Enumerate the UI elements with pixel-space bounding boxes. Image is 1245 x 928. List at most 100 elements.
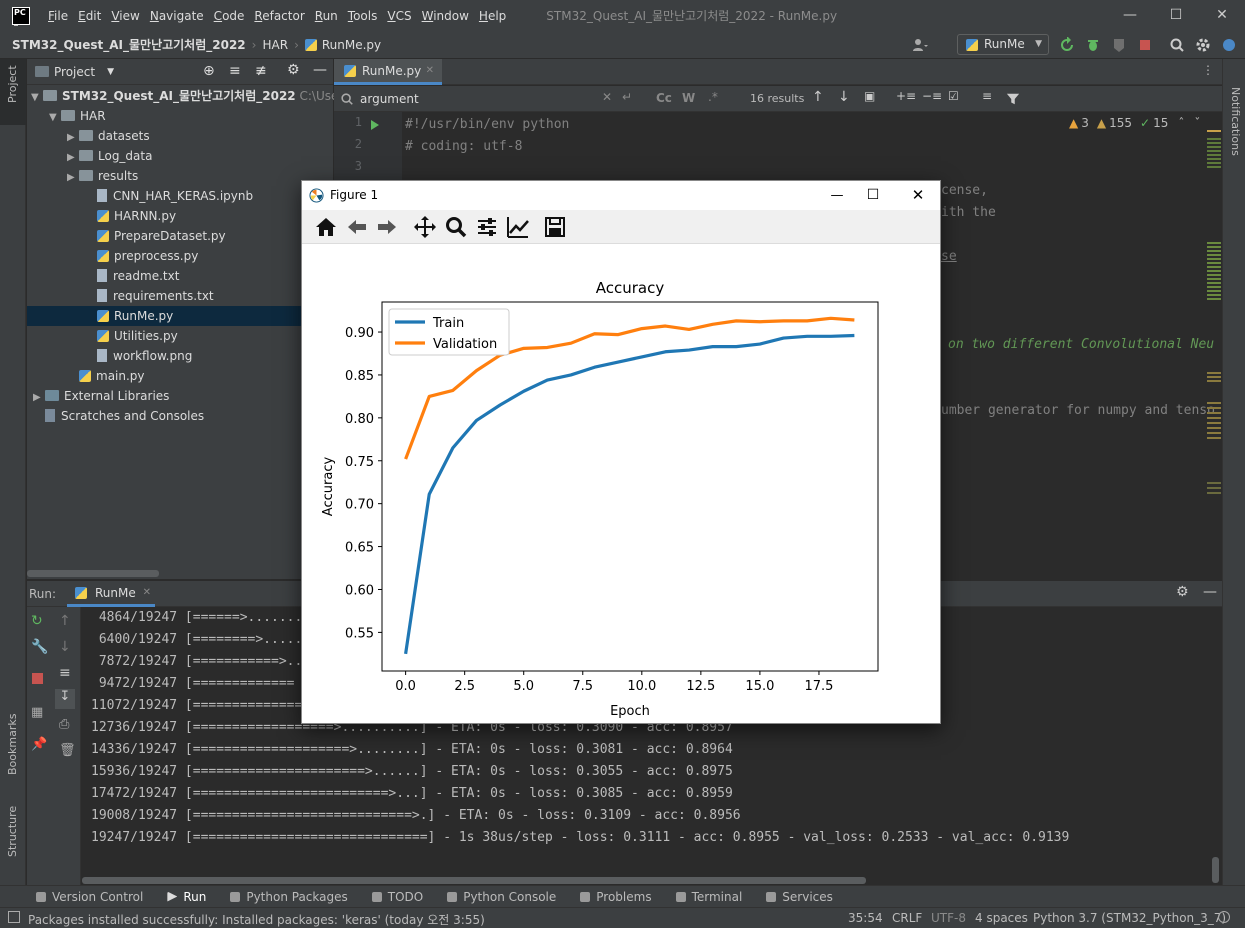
toolwindow-version-control[interactable]: Version Control <box>36 890 143 904</box>
layout-icon[interactable]: ▦ <box>31 705 43 720</box>
gear-icon[interactable]: ⚙ <box>287 62 300 78</box>
chevron-right-icon[interactable]: ▶ <box>67 168 79 188</box>
regex-icon[interactable]: .* <box>708 90 718 104</box>
scroll-up-icon[interactable]: ↑ <box>59 613 71 629</box>
subplots-config-icon[interactable] <box>475 215 499 239</box>
menu-window[interactable]: Window <box>422 9 469 23</box>
more-options-icon[interactable]: ⋮ <box>1202 63 1214 77</box>
tree-item-datasets[interactable]: ▶ datasets <box>67 126 150 146</box>
stop-icon[interactable] <box>32 673 43 684</box>
horizontal-scrollbar[interactable] <box>27 570 159 577</box>
menu-navigate[interactable]: Navigate <box>150 9 204 23</box>
next-occurrence-icon[interactable]: ↓ <box>838 89 850 105</box>
run-tab-runme[interactable]: RunMe ✕ <box>67 581 155 607</box>
maximize-button[interactable]: ☐ <box>1153 0 1199 31</box>
expand-all-icon[interactable]: ≡ <box>229 63 241 79</box>
pin-icon[interactable]: 📌 <box>31 737 47 752</box>
add-occurrence-icon[interactable]: +≡ <box>896 89 916 103</box>
structure-strip-label[interactable]: Structure <box>6 806 19 857</box>
tree-item-har[interactable]: ▼ HAR <box>49 106 106 126</box>
toolwindow-python-console[interactable]: Python Console <box>447 890 556 904</box>
previous-highlight-icon[interactable]: ˆ <box>1178 116 1184 130</box>
figure-maximize-button[interactable]: ☐ <box>858 181 888 210</box>
tree-item-preparedataset-py[interactable]: PrepareDataset.py <box>85 226 226 246</box>
pan-move-icon[interactable] <box>413 215 437 239</box>
breadcrumb-project[interactable]: STM32_Quest_AI_물만난고기처럼_2022 <box>12 36 246 53</box>
tree-item-preprocess-py[interactable]: preprocess.py <box>85 246 198 266</box>
new-line-icon[interactable]: ↵ <box>622 90 632 104</box>
breadcrumb-file[interactable]: RunMe.py <box>322 38 381 52</box>
whole-words-icon[interactable]: W <box>682 91 695 105</box>
save-figure-icon[interactable] <box>543 215 567 239</box>
tree-item-utilities-py[interactable]: Utilities.py <box>85 326 178 346</box>
open-in-window-icon[interactable]: ≡ <box>982 89 992 103</box>
close-tab-icon[interactable]: ✕ <box>143 581 151 605</box>
ide-features-icon[interactable] <box>1221 37 1237 53</box>
chevron-right-icon[interactable]: ▶ <box>33 388 45 408</box>
gear-icon[interactable]: ⚙ <box>1176 584 1189 600</box>
indent-setting[interactable]: 4 spaces <box>975 911 1028 925</box>
scroll-down-icon[interactable]: ↓ <box>59 639 71 655</box>
error-stripe[interactable] <box>1207 112 1221 560</box>
line-separator[interactable]: CRLF <box>892 911 922 925</box>
caret-position[interactable]: 35:54 <box>848 911 883 925</box>
coverage-icon[interactable] <box>1111 37 1127 53</box>
previous-occurrence-icon[interactable]: ↑ <box>812 89 824 105</box>
toolwindow-terminal[interactable]: Terminal <box>675 890 742 904</box>
menu-run[interactable]: Run <box>315 9 338 23</box>
figure-close-button[interactable]: ✕ <box>903 181 933 210</box>
menu-vcs[interactable]: VCS <box>387 9 411 23</box>
menu-refactor[interactable]: Refactor <box>254 9 304 23</box>
menu-view[interactable]: View <box>111 9 139 23</box>
back-arrow-icon[interactable] <box>345 215 369 239</box>
file-encoding[interactable]: UTF-8 <box>931 911 966 925</box>
run-configuration-select[interactable]: RunMe ▼ <box>957 34 1049 55</box>
readonly-toggle-icon[interactable] <box>1218 911 1230 923</box>
console-vertical-scrollbar[interactable] <box>1212 857 1219 883</box>
settings-gear-icon[interactable] <box>1195 37 1211 53</box>
select-all-icon[interactable]: ☑ <box>948 89 959 103</box>
zoom-magnifier-icon[interactable] <box>444 215 468 239</box>
soft-wrap-icon[interactable]: ≡ <box>59 665 71 681</box>
breadcrumb-folder[interactable]: HAR <box>262 38 288 52</box>
project-strip-label[interactable]: Project <box>6 65 19 103</box>
tree-item-external-libraries[interactable]: ▶ External Libraries <box>33 386 169 406</box>
print-icon[interactable]: ⎙ <box>59 717 69 732</box>
forward-arrow-icon[interactable] <box>375 215 399 239</box>
edit-axes-icon[interactable] <box>506 215 530 239</box>
inspection-widget[interactable]: ▲ 3 ▲ 155 ✓ 15 ˆ ˇ <box>1069 116 1200 130</box>
close-button[interactable]: ✕ <box>1199 0 1245 31</box>
minimize-button[interactable]: — <box>1107 0 1153 31</box>
home-icon[interactable] <box>314 215 338 239</box>
menu-file[interactable]: File <box>48 9 68 23</box>
wrench-icon[interactable]: 🔧 <box>31 639 48 655</box>
chevron-down-icon[interactable]: ▼ <box>49 108 61 128</box>
chevron-right-icon[interactable]: ▶ <box>67 148 79 168</box>
run-gutter-icon[interactable] <box>370 119 380 131</box>
remove-occurrence-icon[interactable]: −≡ <box>922 89 942 103</box>
tree-item-cnn-har-keras-ipynb[interactable]: CNN_HAR_KERAS.ipynb <box>85 186 253 206</box>
rerun-icon[interactable] <box>1059 37 1075 53</box>
tree-item-results[interactable]: ▶ results <box>67 166 138 186</box>
chevron-down-icon[interactable]: ▼ <box>107 67 114 77</box>
hide-icon[interactable]: — <box>313 62 327 78</box>
rerun-icon[interactable]: ↻ <box>31 613 43 629</box>
tab-runme-py[interactable]: RunMe.py ✕ <box>334 59 442 85</box>
stop-icon[interactable] <box>1137 37 1153 53</box>
python-interpreter[interactable]: Python 3.7 (STM32_Python_3_7) <box>1033 911 1226 925</box>
trash-icon[interactable]: 🗑 <box>59 743 76 758</box>
clear-search-icon[interactable]: ✕ <box>602 90 612 104</box>
hide-icon[interactable]: — <box>1203 584 1217 600</box>
accuracy-chart[interactable]: Accuracy Epoch Accuracy 0.0 2.5 5.0 7.5 10.0 12.… <box>302 245 940 723</box>
chevron-down-icon[interactable]: ▼ <box>31 88 43 108</box>
collapse-all-icon[interactable]: ≢ <box>255 63 267 79</box>
toggle-tool-windows-icon[interactable] <box>8 911 20 923</box>
debug-icon[interactable] <box>1085 37 1101 53</box>
match-case-icon[interactable]: Cc <box>656 91 672 105</box>
project-pane-title[interactable]: Project <box>54 65 95 79</box>
notifications-strip-label[interactable]: Notifications <box>1229 87 1242 156</box>
tree-item-readme-txt[interactable]: readme.txt <box>85 266 179 286</box>
toolwindow-run[interactable]: Run <box>167 890 206 904</box>
tree-item-main-py[interactable]: main.py <box>67 366 145 386</box>
scroll-to-end-icon[interactable]: ↧ <box>55 689 75 709</box>
